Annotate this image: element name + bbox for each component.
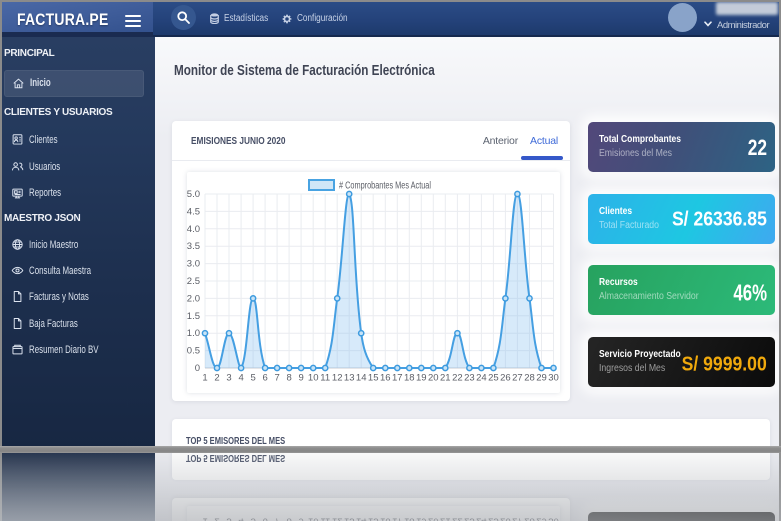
svg-text:0: 0 [195,363,200,374]
svg-text:21: 21 [440,373,451,384]
svg-text:14: 14 [356,373,367,384]
svg-text:26: 26 [500,373,511,384]
svg-text:5: 5 [250,373,255,384]
svg-text:6: 6 [262,373,267,384]
svg-text:29: 29 [536,373,547,384]
svg-text:2: 2 [214,373,219,384]
svg-text:8: 8 [286,373,291,384]
svg-text:19: 19 [416,373,427,384]
svg-text:18: 18 [404,373,415,384]
svg-text:3.5: 3.5 [187,241,200,252]
svg-text:11: 11 [320,373,330,384]
svg-text:7: 7 [274,373,279,384]
svg-text:1: 1 [202,373,207,384]
svg-text:12: 12 [332,373,343,384]
svg-text:# Comprobantes Mes Actual: # Comprobantes Mes Actual [339,181,431,192]
svg-text:3.0: 3.0 [187,259,200,270]
svg-text:4.5: 4.5 [187,206,200,217]
svg-text:0.5: 0.5 [187,346,200,357]
svg-text:30: 30 [548,373,559,384]
svg-text:25: 25 [488,373,499,384]
svg-text:27: 27 [512,373,523,384]
svg-text:4.0: 4.0 [187,224,200,235]
svg-text:1.0: 1.0 [187,328,200,339]
svg-text:4: 4 [238,373,243,384]
svg-text:3: 3 [226,373,231,384]
svg-text:2.0: 2.0 [187,293,200,304]
svg-text:23: 23 [464,373,475,384]
svg-text:10: 10 [308,373,319,384]
svg-text:5.0: 5.0 [187,189,200,200]
svg-text:9: 9 [298,373,303,384]
svg-text:1.5: 1.5 [187,311,200,322]
svg-text:22: 22 [452,373,463,384]
svg-text:17: 17 [392,373,403,384]
svg-text:13: 13 [344,373,355,384]
svg-text:28: 28 [524,373,535,384]
svg-text:15: 15 [368,373,379,384]
svg-text:2.5: 2.5 [187,276,200,287]
svg-text:16: 16 [380,373,391,384]
svg-text:24: 24 [476,373,487,384]
svg-text:20: 20 [428,373,439,384]
